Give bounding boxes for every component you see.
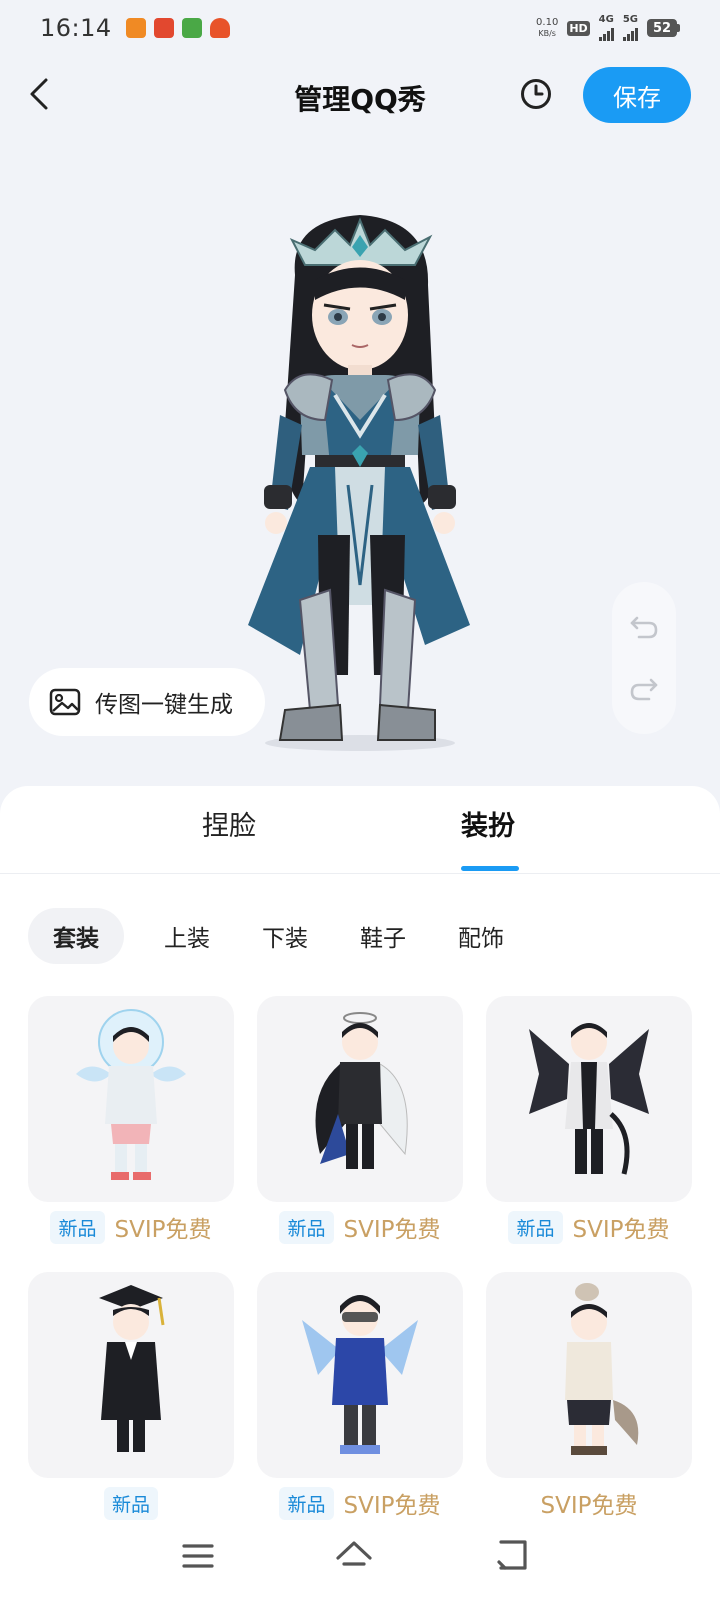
outfit-card[interactable]: 新品 [28, 1272, 234, 1528]
robot-app-icon [209, 18, 230, 38]
svip-price: SVIP免费 [114, 1217, 212, 1243]
outfit-card[interactable]: 新品 SVIP免费 [257, 1272, 463, 1528]
upload-photo-generate-button[interactable]: 传图一键生成 [29, 668, 265, 736]
signal-bars-icon [598, 25, 614, 41]
redo-icon[interactable] [627, 672, 661, 706]
outfit-thumbnail [28, 1272, 234, 1478]
graduation-outfit-image [99, 1285, 165, 1452]
category-top[interactable]: 上装 [164, 908, 210, 964]
shop-app-icon [153, 18, 174, 38]
category-suit[interactable]: 套装 [28, 908, 124, 964]
net-speed: 0.10 KB/s [536, 17, 559, 38]
raccoon-tail-outfit-image [565, 1283, 639, 1455]
save-button[interactable]: 保存 [583, 67, 691, 123]
signal-4g: 4G [598, 15, 614, 41]
tab-dressup[interactable]: 装扮 [461, 804, 515, 843]
hd-badge: HD [567, 20, 590, 36]
new-badge: 新品 [508, 1210, 563, 1244]
outfit-thumbnail [257, 1272, 463, 1478]
outfit-card[interactable]: 新品 SVIP免费 [257, 996, 463, 1252]
new-badge: 新品 [279, 1486, 334, 1520]
signal-bars-icon [622, 25, 638, 41]
upload-label: 传图一键生成 [95, 692, 233, 718]
category-shoes[interactable]: 鞋子 [360, 908, 406, 964]
new-badge: 新品 [103, 1486, 158, 1520]
fishbowl-angel-outfit-image [76, 1009, 186, 1180]
history-clock-icon[interactable] [519, 77, 553, 111]
outfit-thumbnail [28, 996, 234, 1202]
new-badge: 新品 [50, 1210, 105, 1244]
outfit-panel: 捏脸 装扮 套装 上装 下装 鞋子 配饰 新品 SVIP免费 新品 SVIP免费… [0, 786, 720, 1600]
panel-tabs: 捏脸 装扮 [0, 786, 720, 874]
avatar-preview[interactable] [240, 205, 490, 765]
svip-price: SVIP免费 [343, 1493, 441, 1519]
active-tab-indicator [461, 866, 519, 871]
tab-face[interactable]: 捏脸 [202, 804, 256, 843]
svip-price: SVIP免费 [540, 1493, 638, 1519]
dark-wings-outfit-image [529, 1023, 649, 1175]
category-accessory[interactable]: 配饰 [458, 908, 504, 964]
outfit-thumbnail [486, 1272, 692, 1478]
image-icon [49, 688, 81, 716]
outfit-card[interactable]: 新品 SVIP免费 [486, 996, 692, 1252]
undo-redo-controls [612, 582, 676, 734]
battery-icon: 52 [647, 19, 680, 37]
status-time: 16:14 [40, 14, 112, 42]
outfit-thumbnail [257, 996, 463, 1202]
outfit-grid: 新品 SVIP免费 新品 SVIP免费 新品 SVIP免费 新品 新品 SVIP… [28, 996, 692, 1528]
category-bottom[interactable]: 下装 [262, 908, 308, 964]
status-app-icons [125, 18, 230, 38]
home-icon[interactable] [334, 1536, 374, 1576]
top-header: 管理QQ秀 保存 [0, 60, 720, 132]
outfit-card[interactable]: SVIP免费 [486, 1272, 692, 1528]
category-bar: 套装 上装 下装 鞋子 配饰 [28, 908, 556, 964]
outfit-thumbnail [486, 996, 692, 1202]
system-nav-bar [0, 1516, 720, 1600]
menu-icon[interactable] [178, 1536, 218, 1576]
taobao-app-icon [125, 18, 146, 38]
svip-price: SVIP免费 [343, 1217, 441, 1243]
new-badge: 新品 [279, 1210, 334, 1244]
signal-5g: 5G [622, 15, 638, 41]
outfit-card[interactable]: 新品 SVIP免费 [28, 996, 234, 1252]
undo-icon[interactable] [627, 610, 661, 644]
back-nav-icon[interactable] [491, 1536, 531, 1576]
game-app-icon [181, 18, 202, 38]
svip-price: SVIP免费 [572, 1217, 670, 1243]
cyber-wings-outfit-image [302, 1295, 418, 1454]
status-bar: 16:14 0.10 KB/s HD 4G 5G 52 [0, 0, 720, 56]
halo-feather-outfit-image [315, 1012, 408, 1169]
